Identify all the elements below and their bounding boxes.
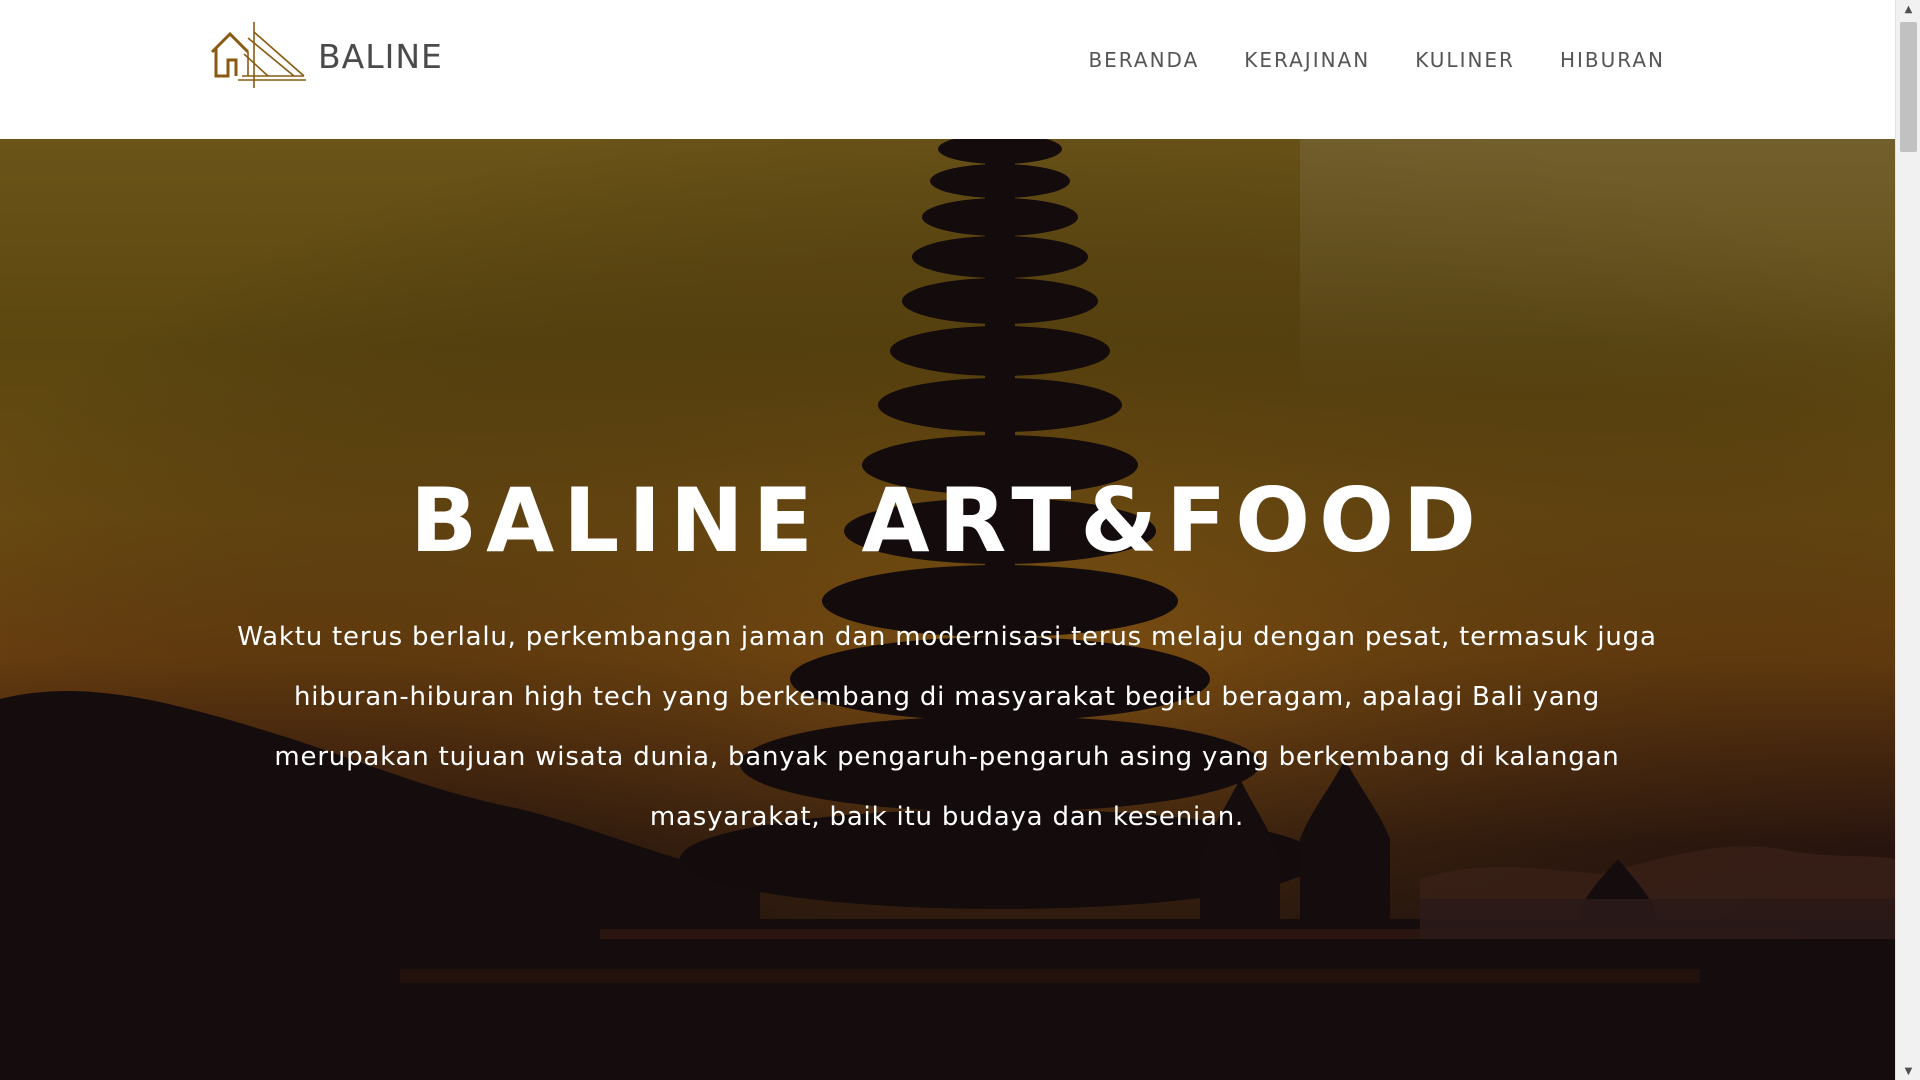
- page: BALINE BERANDA KERAJINAN KULINER HIBURAN: [0, 0, 1895, 1080]
- hero-section: BALINE ART&FOOD Waktu terus berlalu, per…: [0, 139, 1895, 1080]
- site-header: BALINE BERANDA KERAJINAN KULINER HIBURAN: [0, 0, 1895, 139]
- nav-item-beranda[interactable]: BERANDA: [1088, 48, 1199, 72]
- nav-item-kuliner[interactable]: KULINER: [1415, 48, 1515, 72]
- main-nav: BERANDA KERAJINAN KULINER HIBURAN: [1043, 48, 1665, 72]
- nav-item-kerajinan[interactable]: KERAJINAN: [1244, 48, 1370, 72]
- scroll-thumb[interactable]: [1900, 22, 1917, 152]
- house-logo-icon: [210, 22, 306, 88]
- scroll-up-arrow-icon[interactable]: ▲: [1896, 0, 1920, 18]
- brand-name: BALINE: [318, 36, 443, 76]
- vertical-scrollbar[interactable]: ▲ ▼: [1895, 0, 1920, 1080]
- hero-title: BALINE ART&FOOD: [410, 469, 1485, 572]
- brand-link[interactable]: BALINE: [208, 18, 443, 90]
- hero-description: Waktu terus berlalu, perkembangan jaman …: [237, 622, 1657, 832]
- scroll-down-arrow-icon[interactable]: ▼: [1896, 1062, 1920, 1080]
- nav-item-hiburan[interactable]: HIBURAN: [1560, 48, 1665, 72]
